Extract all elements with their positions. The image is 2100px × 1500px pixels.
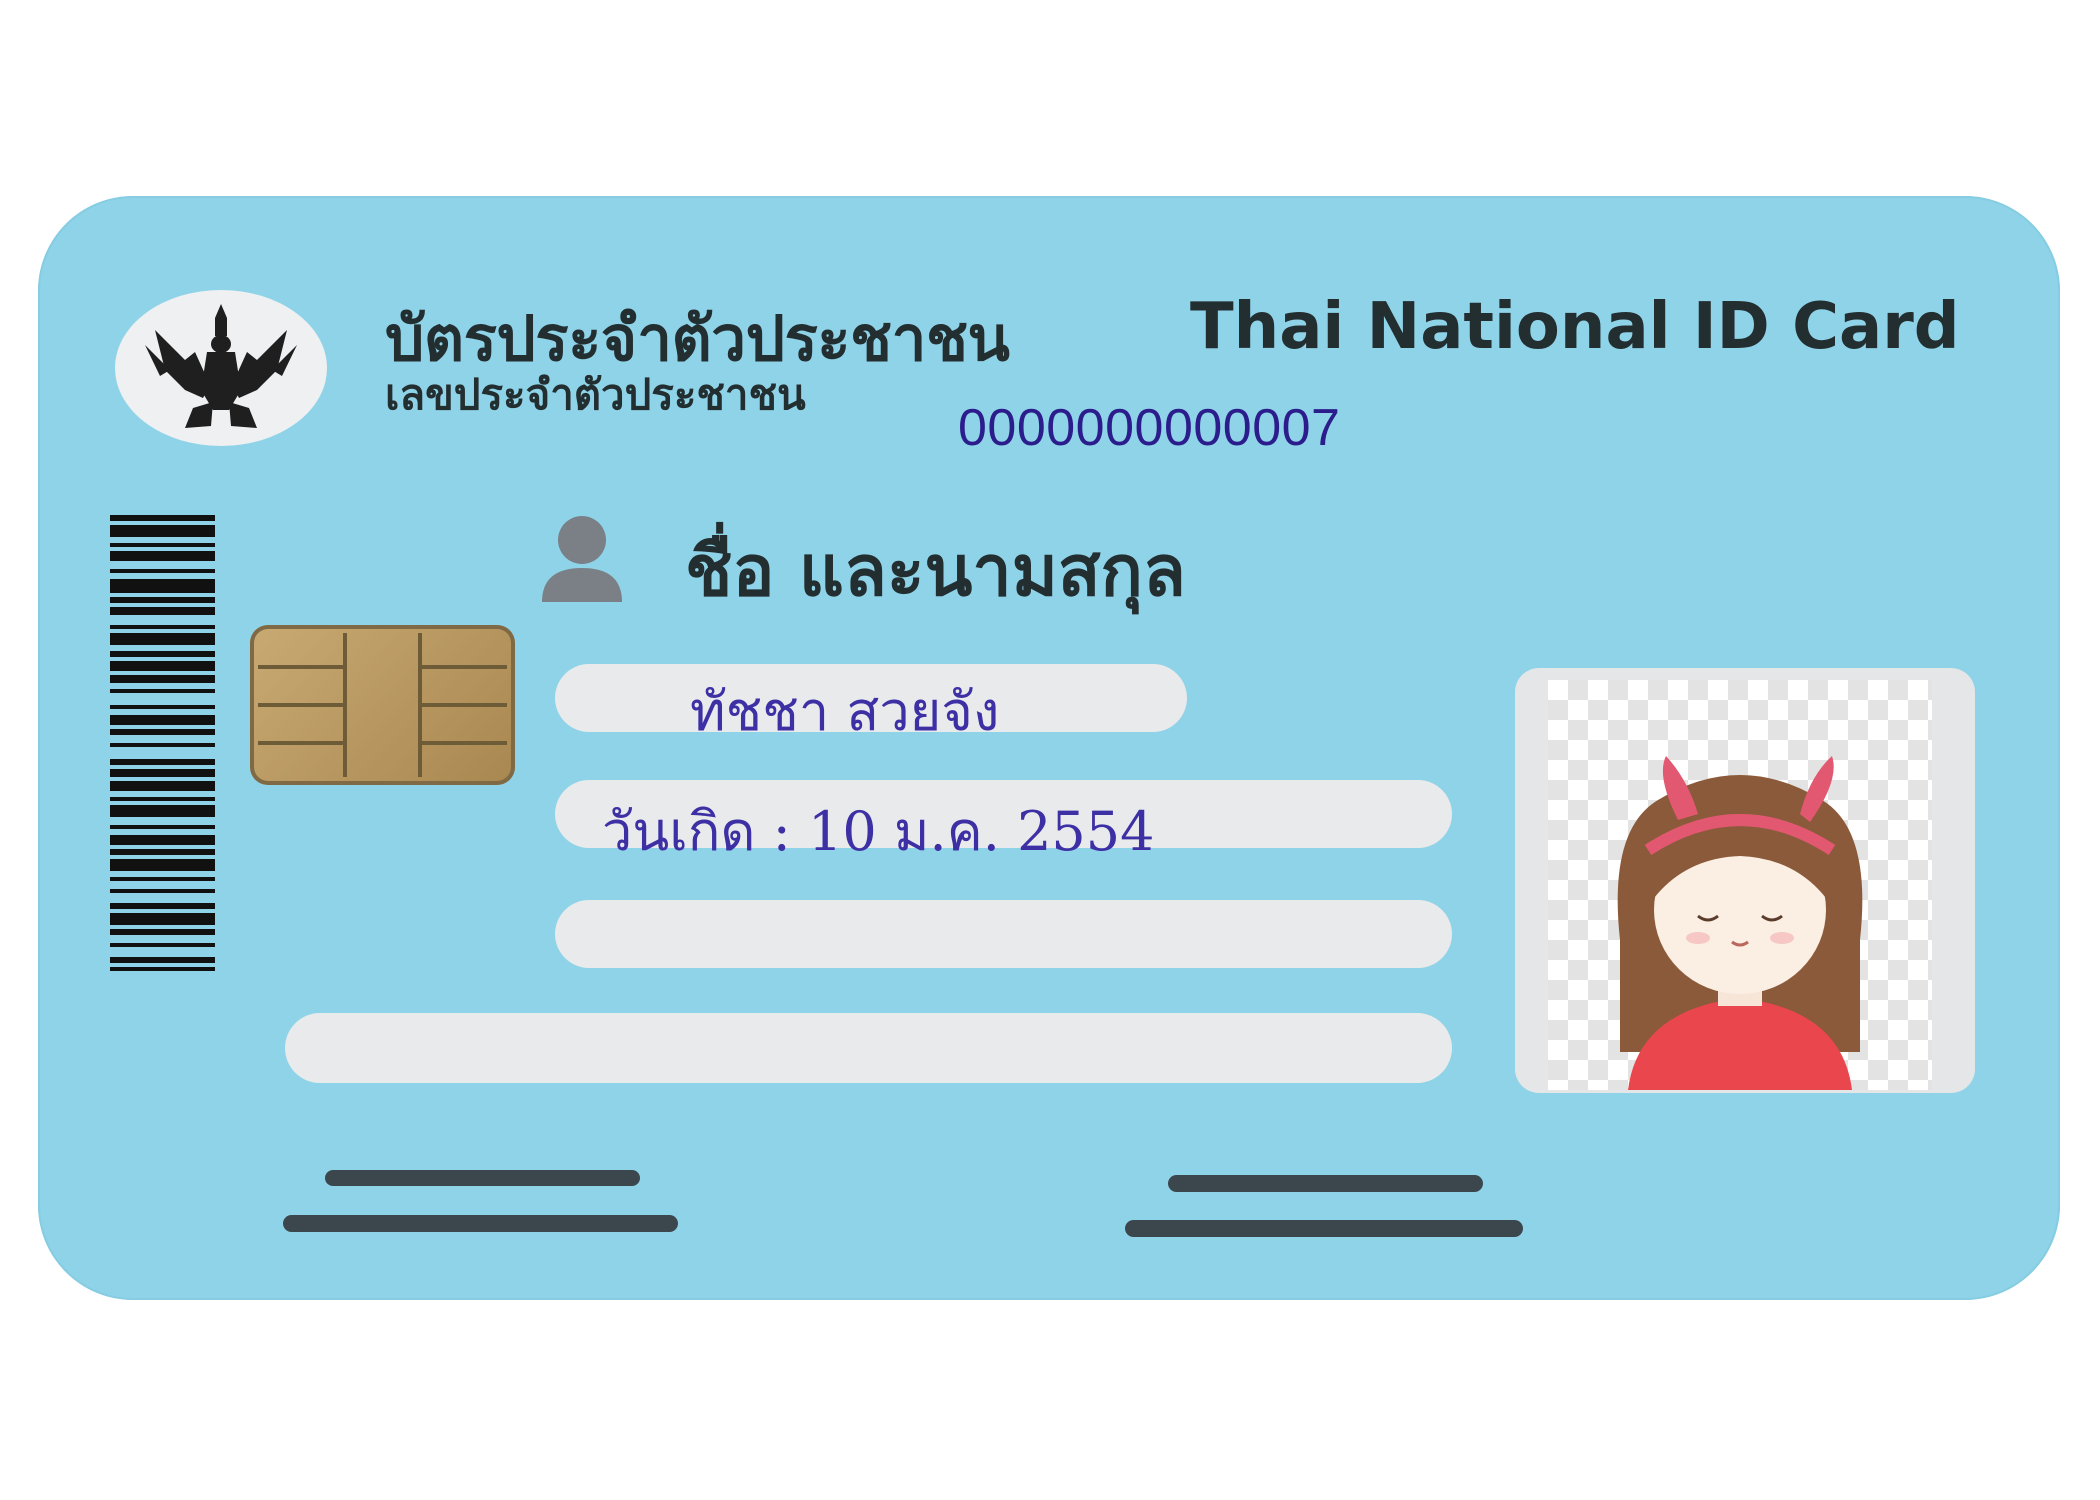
blank-field-wide (285, 1013, 1452, 1083)
id-number-label: เลขประจำตัวประชาชน (385, 370, 806, 419)
smart-chip-icon (250, 625, 515, 785)
decorative-line (325, 1170, 640, 1186)
card-title-english: Thai National ID Card (1190, 290, 1960, 364)
decorative-line (1168, 1175, 1483, 1192)
holder-name-value: ทัชชา สวยจัง (690, 680, 1000, 743)
person-icon (538, 512, 626, 602)
holder-photo (1548, 680, 1932, 1090)
birth-date-value: วันเกิด : 10 ม.ค. 2554 (602, 800, 1155, 863)
name-label: ชื่อ และนามสกุล (685, 530, 1186, 612)
decorative-line (283, 1215, 678, 1232)
garuda-emblem-icon (115, 290, 327, 446)
decorative-line (1125, 1220, 1523, 1237)
id-number-value: 0000000000007 (958, 399, 1341, 457)
barcode (110, 515, 215, 1180)
blank-field (555, 900, 1452, 968)
